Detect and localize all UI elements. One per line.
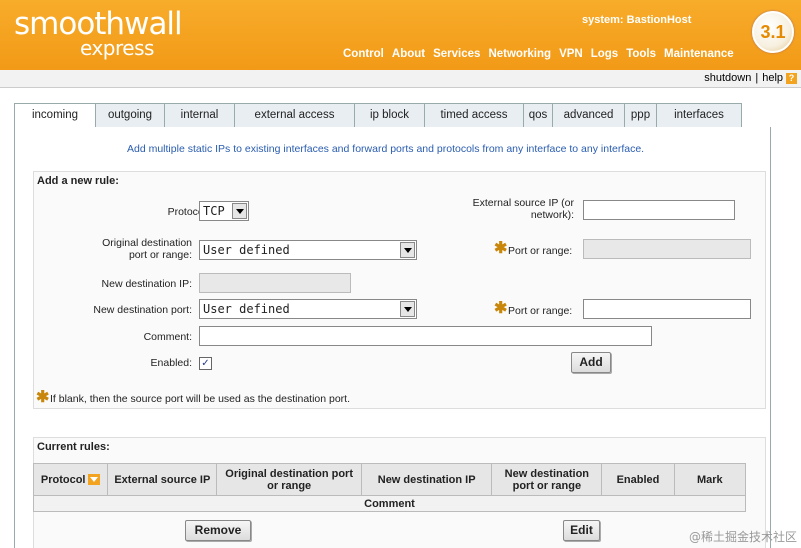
comment-label: Comment: <box>143 331 192 343</box>
new-dest-port-value: User defined <box>203 302 290 316</box>
shutdown-link[interactable]: shutdown <box>704 72 751 84</box>
tab-advanced[interactable]: advanced <box>552 103 625 127</box>
tab-ip-block[interactable]: ip block <box>354 103 425 127</box>
tab-bar: incoming outgoing internal external acce… <box>14 103 742 128</box>
rules-table: Protocol External source IP Original des… <box>32 463 747 512</box>
new-dest-ip-input[interactable] <box>199 273 351 293</box>
chevron-down-icon <box>400 242 415 258</box>
content-area: Add multiple static IPs to existing inte… <box>14 127 771 548</box>
nav-tools[interactable]: Tools <box>626 48 656 60</box>
ext-source-input[interactable] <box>583 200 735 220</box>
tab-external-access[interactable]: external access <box>234 103 355 127</box>
col-protocol-label: Protocol <box>40 473 86 486</box>
add-rule-title: Add a new rule: <box>37 175 119 187</box>
protocol-value: TCP <box>203 204 225 218</box>
nav-about[interactable]: About <box>392 48 425 60</box>
chevron-down-icon <box>400 301 415 317</box>
col-enabled: Enabled <box>601 463 675 496</box>
nav-control[interactable]: Control <box>343 48 384 60</box>
enabled-label: Enabled: <box>150 357 192 369</box>
orig-dest-label: Original destination port or range: <box>74 237 192 261</box>
port-range-input-2[interactable] <box>583 299 751 319</box>
new-dest-port-label: New destination port: <box>93 304 192 316</box>
help-icon[interactable]: ? <box>786 72 797 84</box>
remove-button[interactable]: Remove <box>185 520 251 541</box>
port-range-input-1[interactable] <box>583 239 751 259</box>
comment-input[interactable] <box>199 326 652 346</box>
new-dest-port-select[interactable]: User defined <box>199 299 417 319</box>
version-badge: 3.1 <box>752 11 794 53</box>
protocol-label: Protocol: <box>167 206 209 218</box>
orig-dest-label-line1: Original destination <box>102 237 192 249</box>
watermark: @稀土掘金技术社区 <box>688 530 797 544</box>
star-icon: ✱ <box>494 300 508 317</box>
star-icon: ✱ <box>494 240 508 257</box>
col-mark: Mark <box>673 463 747 496</box>
new-dest-ip-label: New destination IP: <box>101 278 192 290</box>
sort-down-icon[interactable] <box>88 474 101 486</box>
system-name: system: BastionHost <box>582 14 692 26</box>
star-icon: ✱ <box>36 389 50 406</box>
top-nav: Control About Services Networking VPN Lo… <box>343 48 742 60</box>
port-range-label-2: Port or range: <box>508 305 573 317</box>
orig-dest-value: User defined <box>203 243 290 257</box>
edit-button[interactable]: Edit <box>563 520 600 541</box>
add-button[interactable]: Add <box>571 352 611 373</box>
tab-internal[interactable]: internal <box>164 103 235 127</box>
orig-dest-label-line2: port or range: <box>128 249 192 261</box>
col-protocol[interactable]: Protocol <box>32 463 109 496</box>
nav-maintenance[interactable]: Maintenance <box>664 48 734 60</box>
logo-express: express <box>80 36 154 60</box>
col-new-dest-port: New destination port or range <box>491 463 603 496</box>
tab-incoming[interactable]: incoming <box>14 103 96 128</box>
tab-qos[interactable]: qos <box>523 103 553 127</box>
nav-logs[interactable]: Logs <box>591 48 618 60</box>
col-comment: Comment <box>33 495 746 512</box>
note-text: If blank, then the source port will be u… <box>50 393 351 405</box>
page-description: Add multiple static IPs to existing inte… <box>127 143 645 155</box>
nav-networking[interactable]: Networking <box>488 48 551 60</box>
chevron-down-icon <box>232 203 247 219</box>
sub-bar: shutdown | help ? <box>0 70 801 88</box>
tab-outgoing[interactable]: outgoing <box>95 103 165 127</box>
nav-vpn[interactable]: VPN <box>559 48 583 60</box>
col-ext-source: External source IP <box>107 463 218 496</box>
col-new-dest-ip: New destination IP <box>360 463 493 496</box>
nav-services[interactable]: Services <box>433 48 480 60</box>
orig-dest-select[interactable]: User defined <box>199 240 417 260</box>
protocol-select[interactable]: TCP <box>199 201 249 221</box>
current-rules-title: Current rules: <box>37 441 110 453</box>
col-orig-dest: Original destination port or range <box>216 463 362 496</box>
tab-ppp[interactable]: ppp <box>624 103 657 127</box>
port-range-label-1: Port or range: <box>508 245 573 257</box>
add-rule-panel: Add a new rule: Protocol: TCP External s… <box>33 171 766 409</box>
tab-interfaces[interactable]: interfaces <box>656 103 742 127</box>
ext-source-label-line2: network): <box>530 209 574 221</box>
header-banner: smoothwall express system: BastionHost 3… <box>0 0 801 70</box>
separator: | <box>755 72 759 84</box>
ext-source-label-line1: External source IP (or <box>472 197 574 209</box>
enabled-checkbox[interactable]: ✓ <box>199 357 212 370</box>
ext-source-label: External source IP (or network): <box>434 197 574 221</box>
help-link[interactable]: help <box>762 72 783 84</box>
tab-timed-access[interactable]: timed access <box>424 103 524 127</box>
